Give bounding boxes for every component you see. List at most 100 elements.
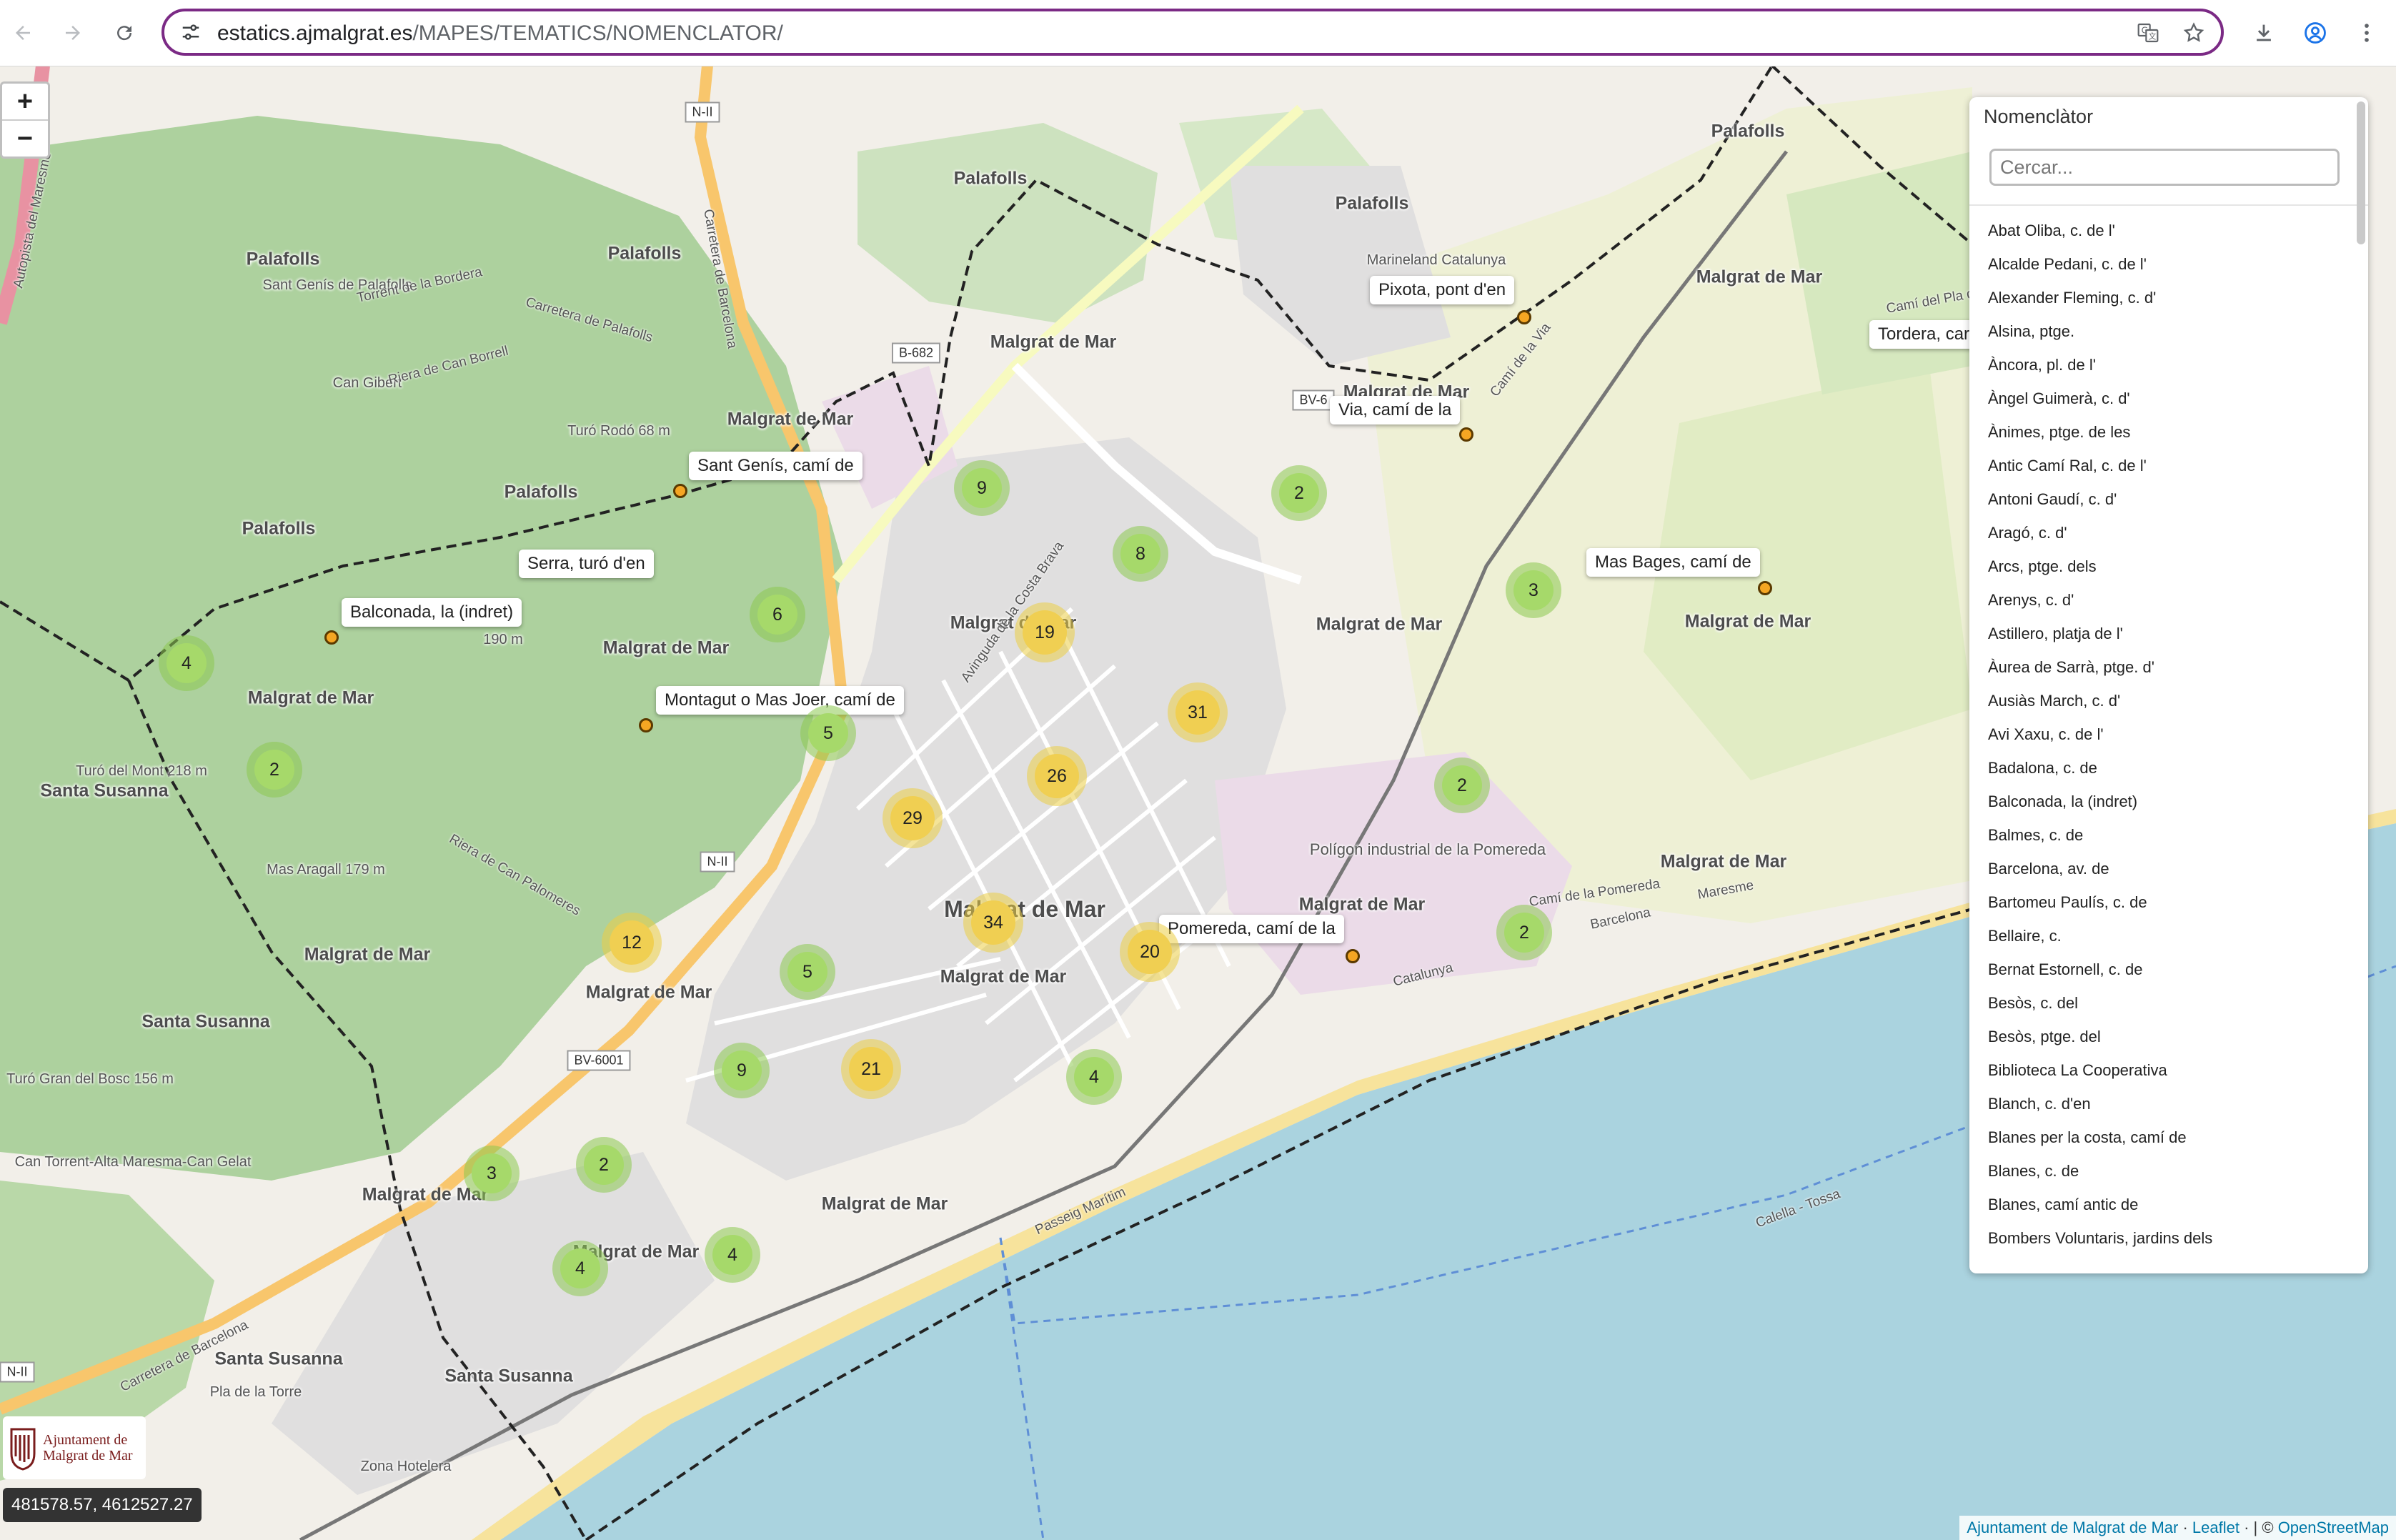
coat-of-arms-icon (10, 1428, 36, 1471)
list-item[interactable]: Blanch, c. d'en (1988, 1095, 2345, 1128)
cluster-count: 9 (722, 1050, 762, 1091)
marker-cluster[interactable]: 2 (247, 742, 302, 798)
marker-cluster[interactable]: 5 (780, 944, 835, 1000)
list-item[interactable]: Biblioteca La Cooperativa (1988, 1061, 2345, 1095)
marker-cluster[interactable]: 31 (1168, 682, 1228, 742)
map-attribution: Ajuntament de Malgrat de Mar · Leaflet ·… (1959, 1516, 2396, 1540)
list-item[interactable]: Antoni Gaudí, c. d' (1988, 490, 2345, 524)
browser-toolbar: estatics.ajmalgrat.es/MAPES/TEMATICS/NOM… (0, 0, 2396, 66)
poi-marker[interactable] (1459, 427, 1473, 442)
poi-marker[interactable] (1346, 949, 1360, 963)
list-item[interactable]: Bombers Voluntaris, jardins dels (1988, 1229, 2345, 1263)
scrollbar[interactable] (2357, 101, 2365, 244)
translate-icon[interactable]: G文 (2135, 20, 2161, 46)
site-info-icon[interactable] (180, 21, 202, 43)
marker-cluster[interactable]: 4 (705, 1227, 760, 1283)
list-item[interactable]: Àurea de Sarrà, ptge. d' (1988, 658, 2345, 692)
marker-cluster[interactable]: 6 (750, 587, 805, 642)
marker-cluster[interactable]: 2 (576, 1137, 632, 1193)
zoom-in-button[interactable]: + (2, 84, 48, 119)
marker-cluster[interactable]: 19 (1015, 602, 1075, 662)
search-input[interactable] (1989, 149, 2340, 186)
marker-cluster[interactable]: 29 (883, 788, 943, 848)
list-item[interactable]: Àngel Guimerà, c. d' (1988, 389, 2345, 423)
attribution-owner-link[interactable]: Ajuntament de Malgrat de Mar (1967, 1519, 2178, 1536)
poi-marker[interactable] (1758, 581, 1772, 595)
marker-cluster[interactable]: 9 (954, 460, 1010, 516)
marker-cluster[interactable]: 3 (464, 1146, 520, 1201)
poi-marker[interactable] (639, 718, 653, 732)
download-icon[interactable] (2245, 14, 2282, 51)
list-item[interactable]: Aragó, c. d' (1988, 524, 2345, 557)
attribution-separator: · (2178, 1519, 2192, 1536)
reload-icon[interactable] (106, 14, 143, 51)
url-text[interactable]: estatics.ajmalgrat.es/MAPES/TEMATICS/NOM… (217, 21, 783, 46)
place-label: Malgrat de Mar (1684, 611, 1811, 632)
marker-cluster[interactable]: 9 (714, 1043, 770, 1098)
list-item[interactable]: Barcelona, av. de (1988, 860, 2345, 893)
poi-marker[interactable] (324, 630, 339, 645)
list-item[interactable]: Blanes, camí antic de (1988, 1196, 2345, 1229)
osm-link[interactable]: OpenStreetMap (2278, 1519, 2389, 1536)
zoom-out-button[interactable]: − (2, 119, 48, 157)
marker-cluster[interactable]: 20 (1120, 922, 1180, 982)
cluster-count: 31 (1175, 690, 1220, 735)
list-item[interactable]: Bellaire, c. (1988, 927, 2345, 960)
marker-cluster[interactable]: 4 (1066, 1049, 1122, 1105)
star-icon[interactable] (2181, 20, 2207, 46)
list-item[interactable]: Bernat Estornell, c. de (1988, 960, 2345, 994)
marker-cluster[interactable]: 4 (552, 1241, 608, 1296)
list-item[interactable]: Balmes, c. de (1988, 826, 2345, 860)
road-shield: N-II (700, 851, 735, 873)
list-item[interactable]: Astillero, platja de l' (1988, 625, 2345, 658)
place-label: Malgrat de Mar (304, 944, 431, 965)
list-item[interactable]: Abat Oliba, c. de l' (1988, 222, 2345, 255)
street-list: Abat Oliba, c. de l' Alcalde Pedani, c. d… (1988, 222, 2345, 1263)
marker-cluster[interactable]: 4 (159, 635, 214, 691)
list-item[interactable]: Ausiàs March, c. d' (1988, 692, 2345, 725)
place-label: Polígon industrial de la Pomereda (1309, 840, 1546, 858)
list-item[interactable]: Blanes per la costa, camí de (1988, 1128, 2345, 1162)
place-label: Malgrat de Mar (940, 966, 1067, 987)
list-item[interactable]: Balconada, la (indret) (1988, 793, 2345, 826)
marker-cluster[interactable]: 3 (1506, 562, 1561, 618)
list-item[interactable]: Besòs, ptge. del (1988, 1028, 2345, 1061)
list-item[interactable]: Antic Camí Ral, c. de l' (1988, 457, 2345, 490)
road-shield: BV-6001 (567, 1050, 631, 1071)
list-item[interactable]: Alexander Fleming, c. d' (1988, 289, 2345, 322)
list-item[interactable]: Avi Xaxu, c. de l' (1988, 725, 2345, 759)
marker-cluster[interactable]: 8 (1113, 526, 1168, 582)
marker-cluster[interactable]: 2 (1271, 465, 1327, 521)
marker-cluster[interactable]: 2 (1434, 757, 1490, 813)
list-item[interactable]: Besòs, c. del (1988, 994, 2345, 1028)
leaflet-link[interactable]: Leaflet (2192, 1519, 2240, 1536)
poi-marker[interactable] (673, 484, 687, 498)
address-bar[interactable]: estatics.ajmalgrat.es/MAPES/TEMATICS/NOM… (161, 9, 2224, 56)
list-item[interactable]: Ànimes, ptge. de les (1988, 423, 2345, 457)
list-item[interactable]: Alsina, ptge. (1988, 322, 2345, 356)
place-label: Malgrat de Mar (821, 1193, 948, 1214)
marker-cluster[interactable]: 12 (602, 913, 662, 973)
menu-icon[interactable] (2348, 14, 2385, 51)
list-item[interactable]: Badalona, c. de (1988, 759, 2345, 793)
place-label: Palafolls (246, 249, 320, 269)
back-icon[interactable] (4, 14, 41, 51)
profile-icon[interactable] (2297, 14, 2334, 51)
poi-marker[interactable] (1517, 310, 1531, 324)
list-item[interactable]: Bartomeu Paulís, c. de (1988, 893, 2345, 927)
list-item[interactable]: Arenys, c. d' (1988, 591, 2345, 625)
list-item[interactable]: Blanes, c. de (1988, 1162, 2345, 1196)
nomenclator-panel: Nomenclàtor Abat Oliba, c. de l'Alcalde … (1969, 97, 2368, 1273)
place-label: Can Torrent-Alta Maresma-Can Gelat (14, 1154, 252, 1170)
place-label: Malgrat de Mar (1696, 267, 1823, 287)
list-item[interactable]: Àncora, pl. de l' (1988, 356, 2345, 389)
marker-cluster[interactable]: 34 (963, 893, 1023, 953)
marker-cluster[interactable]: 2 (1496, 905, 1552, 960)
marker-cluster[interactable]: 26 (1027, 746, 1087, 806)
forward-icon[interactable] (54, 14, 91, 51)
marker-cluster[interactable]: 5 (800, 705, 856, 761)
list-item[interactable]: Alcalde Pedani, c. de l' (1988, 255, 2345, 289)
marker-cluster[interactable]: 21 (841, 1039, 901, 1099)
cluster-count: 2 (1504, 913, 1544, 953)
list-item[interactable]: Arcs, ptge. dels (1988, 557, 2345, 591)
